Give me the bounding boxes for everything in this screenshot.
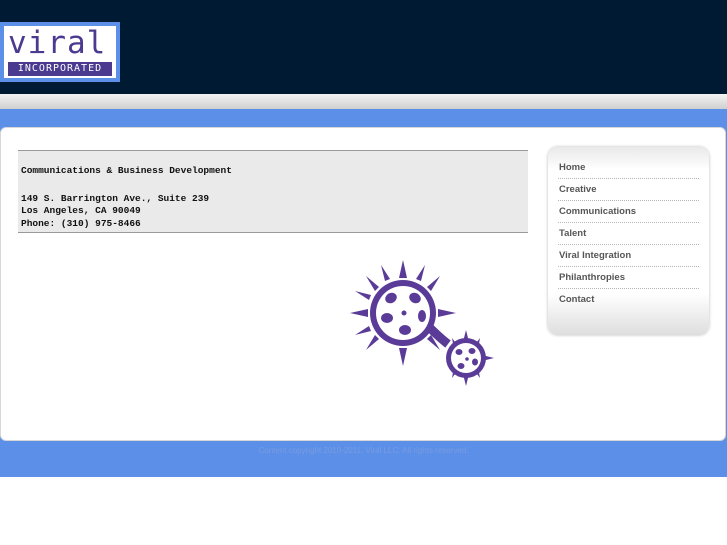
side-navigation: Home Creative Communications Talent Vira… <box>548 147 709 335</box>
nav-item-contact[interactable]: Contact <box>558 289 699 310</box>
site-header: viral INCORPORATED <box>0 0 727 94</box>
phone-number: Phone: (310) 975-8466 <box>21 217 141 229</box>
nav-item-home[interactable]: Home <box>558 157 699 179</box>
header-divider-strip <box>0 94 727 109</box>
virus-illustration-icon <box>350 260 494 386</box>
department-name: Communications & Business Development <box>21 165 232 176</box>
nav-list: Home Creative Communications Talent Vira… <box>558 157 699 310</box>
address-line-2: Los Angeles, CA 90049 <box>21 205 141 216</box>
contact-info-box: Communications & Business Development 14… <box>18 150 528 233</box>
address-line-1: 149 S. Barrington Ave., Suite 239 <box>21 192 210 204</box>
nav-item-talent[interactable]: Talent <box>558 223 699 245</box>
nav-item-creative[interactable]: Creative <box>558 179 699 201</box>
logo-panel: viral INCORPORATED <box>4 26 116 78</box>
logo-wordmark: viral <box>8 25 107 61</box>
nav-item-communications[interactable]: Communications <box>558 201 699 223</box>
footer-copyright: Content copyright 2010-2011. Viral LLC. … <box>258 446 469 455</box>
site-logo[interactable]: viral INCORPORATED <box>0 22 120 82</box>
nav-item-philanthropies[interactable]: Philanthropies <box>558 267 699 289</box>
logo-subtitle: INCORPORATED <box>8 62 112 76</box>
nav-item-viral-integration[interactable]: Viral Integration <box>558 245 699 267</box>
